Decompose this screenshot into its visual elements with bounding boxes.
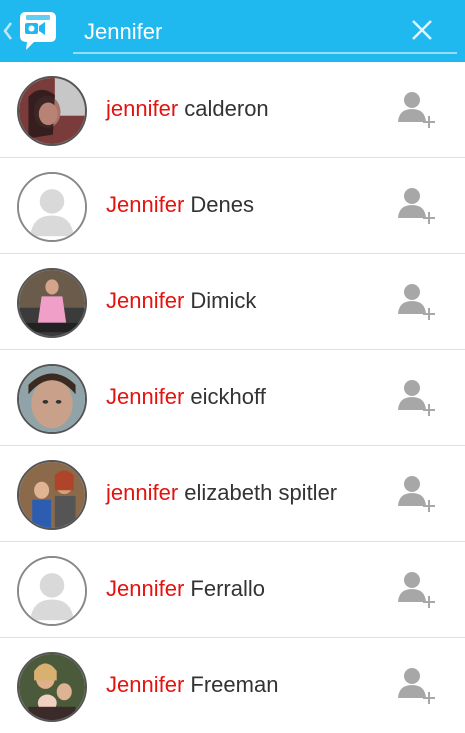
search-results-list: jennifer calderon Jennifer Denes Jennifer …	[0, 62, 465, 733]
add-friend-button[interactable]	[396, 378, 440, 418]
add-friend-button[interactable]	[396, 570, 440, 610]
close-icon	[412, 20, 432, 40]
avatar[interactable]	[17, 268, 87, 338]
name-match-highlight: Jennifer	[106, 576, 185, 601]
avatar-image	[19, 462, 85, 528]
avatar-image	[19, 270, 85, 336]
result-row[interactable]: Jennifer Dimick	[0, 254, 465, 350]
search-underline	[73, 52, 457, 54]
result-row[interactable]: jennifer calderon	[0, 62, 465, 158]
search-input[interactable]	[73, 8, 457, 54]
name-match-highlight: Jennifer	[106, 192, 185, 217]
add-friend-icon	[398, 188, 435, 224]
video-chat-logo-icon[interactable]	[12, 8, 58, 54]
name-rest: Dimick	[184, 288, 257, 313]
add-friend-icon	[398, 476, 435, 512]
add-friend-button[interactable]	[396, 282, 440, 322]
avatar[interactable]	[17, 172, 87, 242]
name-match-highlight: jennifer	[106, 480, 179, 505]
avatar-image	[19, 654, 85, 720]
name-match-highlight: Jennifer	[106, 384, 185, 409]
avatar-image	[19, 174, 85, 240]
avatar[interactable]	[17, 652, 87, 722]
avatar[interactable]	[17, 76, 87, 146]
result-row[interactable]: jennifer elizabeth spitler	[0, 446, 465, 542]
name-rest: Ferrallo	[184, 576, 265, 601]
name-rest: eickhoff	[184, 384, 266, 409]
name-rest: calderon	[178, 96, 269, 121]
add-friend-icon	[398, 380, 435, 416]
contact-name[interactable]: Jennifer Freeman	[106, 672, 278, 698]
add-friend-button[interactable]	[396, 474, 440, 514]
name-match-highlight: Jennifer	[106, 288, 185, 313]
add-friend-icon	[398, 92, 435, 128]
contact-name[interactable]: Jennifer eickhoff	[106, 384, 266, 410]
name-rest: elizabeth spitler	[178, 480, 338, 505]
result-row[interactable]: Jennifer eickhoff	[0, 350, 465, 446]
avatar[interactable]	[17, 364, 87, 434]
name-rest: Denes	[184, 192, 254, 217]
result-row[interactable]: Jennifer Freeman	[0, 638, 465, 733]
contact-name[interactable]: Jennifer Ferrallo	[106, 576, 265, 602]
add-friend-icon	[398, 572, 435, 608]
name-match-highlight: Jennifer	[106, 672, 185, 697]
contact-name[interactable]: Jennifer Dimick	[106, 288, 256, 314]
add-friend-button[interactable]	[396, 186, 440, 226]
avatar[interactable]	[17, 556, 87, 626]
action-bar	[0, 0, 465, 62]
avatar-image	[19, 78, 85, 144]
name-match-highlight: jennifer	[106, 96, 179, 121]
result-row[interactable]: Jennifer Denes	[0, 158, 465, 254]
result-row[interactable]: Jennifer Ferrallo	[0, 542, 465, 638]
add-friend-button[interactable]	[396, 90, 440, 130]
avatar-image	[19, 366, 85, 432]
contact-name[interactable]: jennifer elizabeth spitler	[106, 480, 337, 506]
add-friend-icon	[398, 668, 435, 704]
avatar-image	[19, 558, 85, 624]
name-rest: Freeman	[184, 672, 279, 697]
add-friend-button[interactable]	[396, 666, 440, 706]
contact-name[interactable]: Jennifer Denes	[106, 192, 254, 218]
add-friend-icon	[398, 284, 435, 320]
clear-search-button[interactable]	[404, 12, 440, 48]
contact-name[interactable]: jennifer calderon	[106, 96, 269, 122]
avatar[interactable]	[17, 460, 87, 530]
